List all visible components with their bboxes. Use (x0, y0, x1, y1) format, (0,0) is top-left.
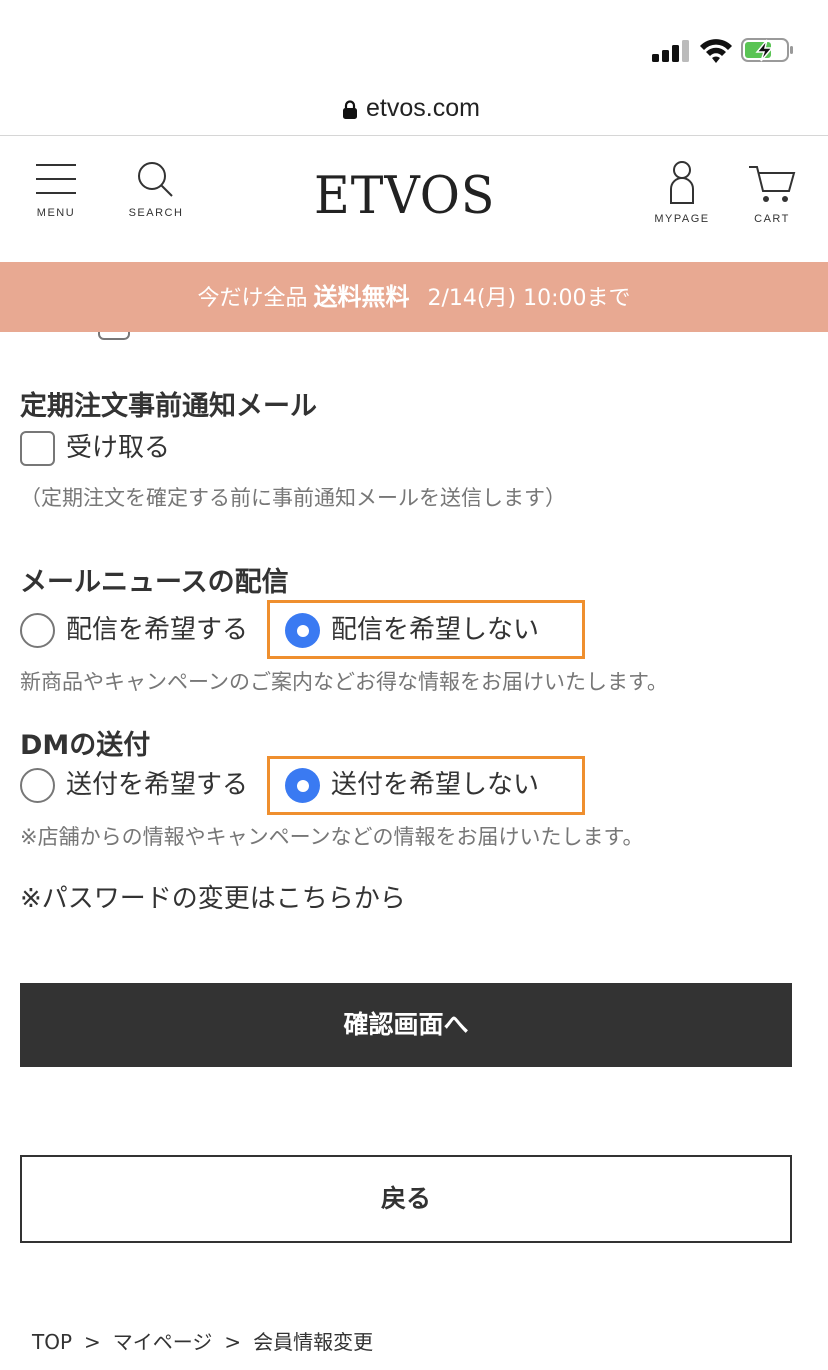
dm-opt-in-label[interactable]: 送付を希望する (66, 764, 248, 801)
breadcrumb-mypage[interactable]: マイページ (113, 1330, 213, 1354)
mail-news-opt-out-label[interactable]: 配信を希望しない (331, 609, 539, 646)
back-button[interactable]: 戻る (20, 1155, 792, 1243)
dm-opt-out-radio[interactable] (285, 768, 320, 803)
lock-icon (343, 100, 357, 119)
promo-banner[interactable]: 今だけ全品 送料無料 2/14(月) 10:00まで (0, 262, 828, 332)
menu-button[interactable]: MENU (26, 159, 86, 219)
receive-notice-checkbox[interactable] (20, 431, 55, 466)
mypage-button[interactable]: MYPAGE (650, 159, 714, 225)
receive-notice-label[interactable]: 受け取る (66, 427, 170, 464)
search-button[interactable]: SEARCH (126, 159, 186, 219)
cart-label: CART (754, 213, 790, 225)
promo-deadline: 2/14(月) 10:00まで (427, 286, 631, 311)
confirm-button[interactable]: 確認画面へ (20, 983, 792, 1067)
mail-news-title: メールニュースの配信 (20, 567, 289, 598)
breadcrumb-separator: > (84, 1330, 101, 1354)
person-icon (670, 161, 694, 204)
promo-highlight: 送料無料 (313, 283, 410, 311)
promo-prefix: 今だけ全品 (197, 286, 308, 311)
subscription-notice-note: （定期注文を確定する前に事前通知メールを送信します） (20, 486, 566, 510)
checkbox[interactable] (98, 332, 130, 340)
site-header: MENU SEARCH ETVOS MYPAGE CART (0, 137, 828, 262)
cart-icon (749, 166, 796, 202)
search-label: SEARCH (128, 207, 184, 219)
mail-news-opt-out-radio[interactable] (285, 613, 320, 648)
mail-news-opt-in-label[interactable]: 配信を希望する (66, 609, 248, 646)
breadcrumb-separator: > (224, 1330, 242, 1354)
mail-news-opt-in-radio[interactable] (20, 613, 55, 648)
cart-button[interactable]: CART (742, 159, 802, 225)
address-bar[interactable]: etvos.com (0, 90, 828, 136)
menu-label: MENU (36, 207, 76, 219)
dm-opt-in-radio[interactable] (20, 768, 55, 803)
wifi-icon (700, 39, 732, 63)
dm-note: ※店舗からの情報やキャンペーンなどの情報をお届けいたします。 (20, 825, 644, 849)
breadcrumb: TOP > マイページ > 会員情報変更 (32, 1326, 373, 1355)
dm-opt-out-label[interactable]: 送付を希望しない (331, 764, 539, 801)
member-edit-form: 定期注文事前通知メール 受け取る （定期注文を確定する前に事前通知メールを送信し… (0, 332, 828, 1370)
dm-title: DMの送付 (20, 730, 151, 761)
battery-charging-icon (741, 38, 793, 62)
breadcrumb-current: 会員情報変更 (253, 1330, 374, 1354)
site-logo[interactable]: ETVOS (314, 167, 506, 227)
password-change-link[interactable]: ※パスワードの変更はこちらから (20, 878, 406, 915)
mypage-label: MYPAGE (654, 213, 710, 225)
search-icon (138, 162, 173, 197)
hamburger-icon (36, 164, 76, 194)
cellular-signal-icon (652, 38, 690, 62)
status-bar (0, 0, 828, 90)
mail-news-note: 新商品やキャンペーンのご案内などお得な情報をお届けいたします。 (20, 670, 668, 694)
url-text: etvos.com (366, 94, 480, 122)
breadcrumb-top[interactable]: TOP (32, 1330, 72, 1354)
subscription-notice-title: 定期注文事前通知メール (20, 391, 317, 422)
